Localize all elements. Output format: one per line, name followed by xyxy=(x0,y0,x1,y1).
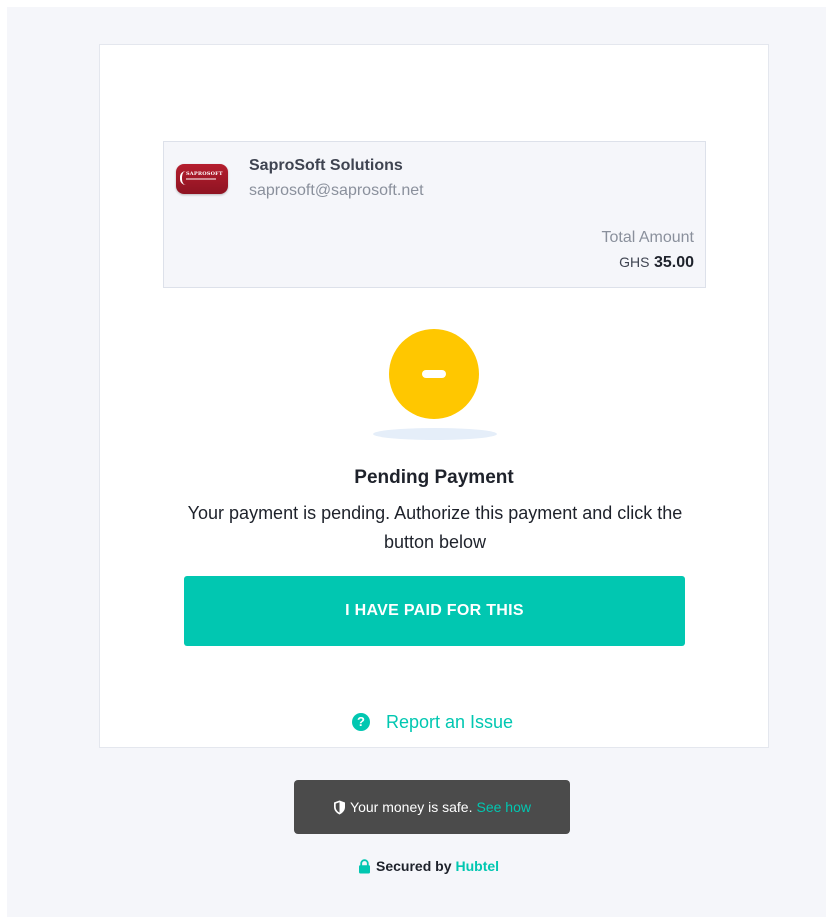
pending-dash-icon xyxy=(422,370,446,378)
amount-value: 35.00 xyxy=(653,254,694,271)
logo-underline xyxy=(186,178,216,180)
status-message: Your payment is pending. Authorize this … xyxy=(187,503,683,552)
see-how-link[interactable]: See how xyxy=(476,799,530,815)
status-title: Pending Payment xyxy=(354,467,514,488)
pending-status-icon xyxy=(389,329,479,419)
logo-text: SAPROSOFT xyxy=(186,171,223,177)
question-circle-icon: ? xyxy=(352,713,370,731)
money-safe-text: Your money is safe. xyxy=(350,799,473,815)
money-safe-badge: Your money is safe. See how xyxy=(294,780,570,834)
merchant-name: SaproSoft Solutions xyxy=(249,157,403,174)
total-amount-label: Total Amount xyxy=(601,229,695,246)
report-issue-link[interactable]: ? Report an Issue xyxy=(352,710,513,734)
report-issue-label: Report an Issue xyxy=(386,711,514,732)
lock-icon xyxy=(359,858,370,873)
merchant-summary: SAPROSOFT SaproSoft Solutions saprosoft@… xyxy=(163,141,706,288)
currency-code: GHS xyxy=(619,254,650,270)
secured-by-prefix: Secured by xyxy=(376,858,452,874)
merchant-email: saprosoft@saprosoft.net xyxy=(249,182,424,199)
total-amount: GHS 35.00 xyxy=(619,254,694,272)
i-have-paid-button[interactable]: I HAVE PAID FOR THIS xyxy=(184,576,685,646)
merchant-logo: SAPROSOFT xyxy=(176,164,228,194)
shield-icon xyxy=(334,800,346,814)
hubtel-brand: Hubtel xyxy=(455,858,500,874)
status-icon-shadow xyxy=(373,428,497,440)
secured-by: Secured by Hubtel xyxy=(358,856,499,876)
